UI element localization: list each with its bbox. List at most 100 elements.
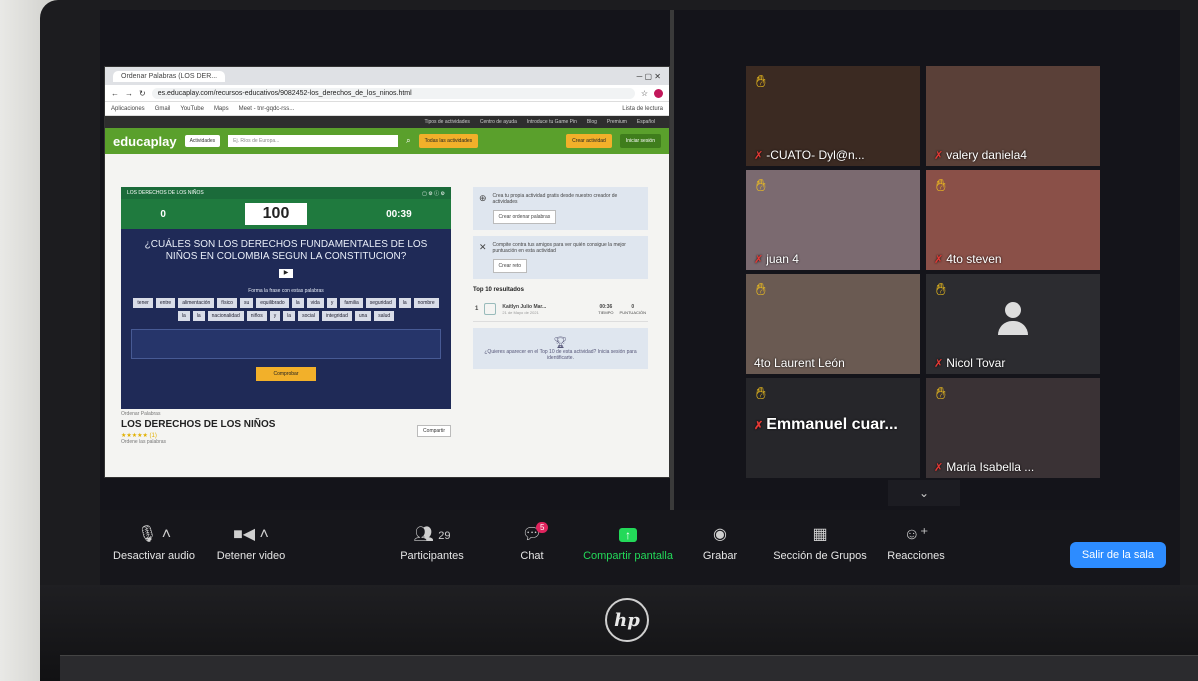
check-button[interactable]: Comprobar xyxy=(256,367,316,381)
play-icon[interactable]: ▶ xyxy=(279,269,293,278)
search-icon[interactable]: ⌕ xyxy=(406,136,410,146)
word-chip[interactable]: niños xyxy=(246,311,267,321)
forward-icon[interactable]: → xyxy=(125,89,133,98)
participant-tile[interactable]: ✋︎ ✗ Nicol Tovar xyxy=(926,274,1100,374)
word-chip[interactable]: seguridad xyxy=(365,298,396,308)
share-activity-button[interactable]: Compartir xyxy=(417,425,451,437)
create-activity-button[interactable]: Crear actividad xyxy=(566,134,612,148)
word-chip[interactable]: nacionalidad xyxy=(207,311,244,321)
word-chip[interactable]: la xyxy=(192,311,205,321)
participant-tile[interactable]: ✋︎ 4to Laurent León xyxy=(746,274,920,374)
reload-icon[interactable]: ↻ xyxy=(139,89,146,98)
breakout-label: Sección de Grupos xyxy=(773,550,867,562)
record-button[interactable]: ◉ Grabar xyxy=(696,524,744,562)
participant-name: 4to Laurent León xyxy=(754,356,845,370)
video-camera-icon: ■◀ ˄ xyxy=(233,526,269,543)
chat-button[interactable]: 💬︎ 5 Chat xyxy=(510,522,554,562)
participant-name: ✗ 4to steven xyxy=(934,252,1002,266)
educaplay-top-links: Tipos de actividades Centro de ayuda Int… xyxy=(105,116,669,128)
word-chip[interactable]: la xyxy=(291,298,304,308)
user-avatar-icon xyxy=(484,303,497,315)
participant-name: ✗ Nicol Tovar xyxy=(934,356,1005,370)
bookmark-gmail[interactable]: Gmail xyxy=(155,106,171,112)
participant-tile[interactable]: ✋︎ ✗ Emmanuel cuar... xyxy=(746,378,920,478)
word-chip[interactable]: físico xyxy=(217,298,237,308)
top10-promo: 🏆︎ ¿Quieres aparecer en el Top 10 de est… xyxy=(473,328,648,369)
star-icon[interactable]: ☆ xyxy=(641,89,648,98)
participant-tile[interactable]: ✋︎ ✗ Maria Isabella ... xyxy=(926,378,1100,478)
word-chip[interactable]: equilibrado xyxy=(256,298,289,308)
swords-icon: ✕ xyxy=(479,242,487,252)
promo-text[interactable]: ¿Quieres aparecer en el Top 10 de esta a… xyxy=(481,349,640,361)
browser-tab[interactable]: Ordenar Palabras (LOS DER... xyxy=(113,70,226,82)
participant-name-text: -CUATO- Dyl@n... xyxy=(766,148,865,162)
word-chip[interactable]: salud xyxy=(374,311,395,321)
activities-dropdown[interactable]: Actividades xyxy=(184,135,221,147)
word-chip[interactable]: alimentación xyxy=(178,298,215,308)
instruction: Forma la frase con estas palabras xyxy=(248,288,324,294)
breakout-rooms-button[interactable]: ▦ Sección de Grupos xyxy=(764,524,876,562)
bookmark-apps[interactable]: Aplicaciones xyxy=(111,106,145,112)
bookmark-youtube[interactable]: YouTube xyxy=(180,106,204,112)
all-activities-button[interactable]: Todas las actividades xyxy=(418,134,479,148)
result-time: 00:36 xyxy=(599,303,613,310)
bookmark-maps[interactable]: Maps xyxy=(214,106,229,112)
mute-button[interactable]: 🎙︎ ˄ Desactivar audio xyxy=(106,524,202,562)
word-chip[interactable]: integridad xyxy=(321,311,352,321)
result-rank: 1 xyxy=(475,306,479,312)
create-order-words-button[interactable]: Crear ordenar palabras xyxy=(492,210,557,224)
participant-name-text: 4to Laurent León xyxy=(754,356,845,370)
word-chip[interactable]: entre xyxy=(155,298,176,308)
participant-name: ✗ -CUATO- Dyl@n... xyxy=(754,148,865,162)
participants-button[interactable]: 👥︎ 29 Participantes xyxy=(390,524,474,562)
stop-video-button[interactable]: ■◀ ˄ Detener video xyxy=(208,524,294,562)
result-time-label: TIEMPO xyxy=(598,309,614,315)
participant-name: ✗ juan 4 xyxy=(754,252,799,266)
share-screen-button[interactable]: ↑ Compartir pantalla xyxy=(572,524,684,562)
word-chip[interactable]: la xyxy=(398,298,411,308)
word-chip[interactable]: familia xyxy=(340,298,363,308)
answer-area[interactable] xyxy=(131,329,441,359)
record-icon: ◉ xyxy=(713,526,727,543)
create-challenge-button[interactable]: Crear reto xyxy=(492,259,528,273)
result-date: 21 de Mayo de 2021 xyxy=(502,309,539,315)
participant-tile[interactable]: ✋︎ ✗ 4to steven xyxy=(926,170,1100,270)
link-activity-types[interactable]: Tipos de actividades xyxy=(424,119,469,125)
participant-name: ✗ valery daniela4 xyxy=(934,148,1027,162)
word-chip[interactable]: y xyxy=(269,311,281,321)
back-icon[interactable]: ← xyxy=(111,89,119,98)
url-field[interactable]: es.educaplay.com/recursos-educativos/908… xyxy=(151,87,635,99)
word-chip[interactable]: y xyxy=(326,298,338,308)
word-chip[interactable]: la xyxy=(283,311,296,321)
raised-hand-icon: ✋︎ xyxy=(936,280,946,299)
link-language[interactable]: Español xyxy=(637,119,655,125)
word-chip[interactable]: nombre xyxy=(413,298,439,308)
leave-room-button[interactable]: Salir de la sala xyxy=(1069,542,1166,568)
participant-tile[interactable]: ✋︎ ✗ -CUATO- Dyl@n... xyxy=(746,66,920,166)
split-divider[interactable] xyxy=(670,10,674,510)
window-controls[interactable]: ─ ▢ ✕ xyxy=(637,72,661,81)
educaplay-logo[interactable]: educaplay xyxy=(113,134,177,149)
game-controls[interactable]: ▢ ⚙ ⓘ ⚙ xyxy=(422,190,445,197)
word-chip[interactable]: tener xyxy=(133,298,153,308)
word-chip[interactable]: una xyxy=(354,311,372,321)
bookmark-meet[interactable]: Meet - tnr-gqdc-rss... xyxy=(239,106,295,112)
profile-avatar[interactable] xyxy=(654,88,663,98)
reactions-button[interactable]: ☺⁺ Reacciones xyxy=(880,524,952,562)
search-input[interactable]: Ej. Ríos de Europa... xyxy=(228,135,399,147)
login-button[interactable]: Iniciar sesión xyxy=(619,134,661,148)
link-blog[interactable]: Blog xyxy=(587,119,597,125)
word-chip[interactable]: vida xyxy=(306,298,324,308)
link-premium[interactable]: Premium xyxy=(607,119,627,125)
link-game-pin[interactable]: Introduce tu Game Pin xyxy=(527,119,577,125)
muted-mic-icon: ✗ xyxy=(934,254,944,266)
link-help-center[interactable]: Centro de ayuda xyxy=(480,119,517,125)
reading-list[interactable]: Lista de lectura xyxy=(622,106,663,112)
participant-tile[interactable]: ✋︎ ✗ juan 4 xyxy=(746,170,920,270)
word-chip[interactable]: su xyxy=(239,298,254,308)
trophy-icon: 🏆︎ xyxy=(553,337,568,349)
participant-tile[interactable]: ✗ valery daniela4 xyxy=(926,66,1100,166)
word-chip[interactable]: la xyxy=(177,311,190,321)
word-chip[interactable]: social xyxy=(298,311,319,321)
chevron-down-icon[interactable]: ⌄ xyxy=(888,480,960,506)
